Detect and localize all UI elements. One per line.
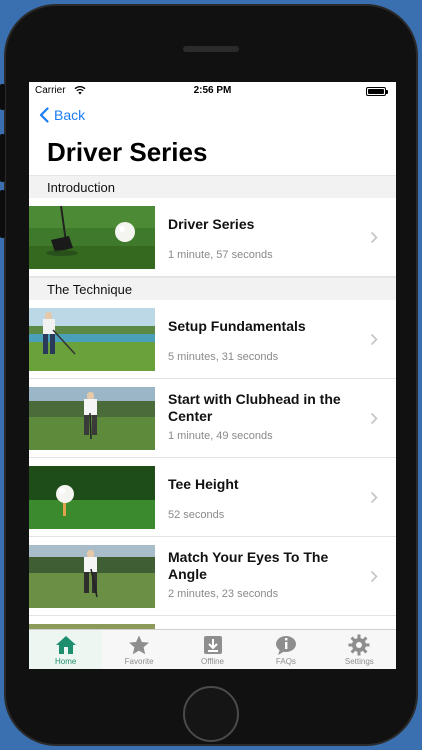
row-duration: 52 seconds — [168, 509, 225, 521]
battery-icon — [366, 87, 388, 96]
home-icon — [55, 636, 76, 654]
tab-bar: Home Favorite Offline FAQs Settings — [29, 629, 396, 669]
video-thumbnail — [29, 387, 155, 450]
row-title: Setup Fundamentals — [168, 318, 306, 334]
video-row-tee-height[interactable]: Tee Height 52 seconds — [29, 458, 396, 537]
video-row-driver-series[interactable]: Driver Series 1 minute, 57 seconds — [29, 198, 396, 277]
back-button[interactable]: Back — [39, 107, 85, 123]
tab-favorite[interactable]: Favorite — [102, 630, 175, 669]
back-label: Back — [54, 107, 86, 123]
status-time: 2:56 PM — [193, 85, 232, 96]
volume-down-button — [0, 190, 5, 238]
mute-switch — [0, 84, 5, 110]
tab-label: FAQs — [275, 657, 296, 666]
page-title: Driver Series — [47, 137, 208, 167]
app-screen: Carrier 2:56 PM Back Driver Series Intro… — [29, 82, 396, 669]
video-thumbnail — [29, 466, 155, 529]
row-duration: 1 minute, 57 seconds — [168, 249, 273, 261]
chevron-right-icon — [370, 491, 378, 504]
chevron-right-icon — [370, 412, 378, 425]
video-thumbnail — [29, 206, 155, 269]
row-duration: 5 minutes, 31 seconds — [168, 351, 279, 363]
tab-settings[interactable]: Settings — [323, 630, 396, 669]
chevron-right-icon — [370, 570, 378, 583]
chevron-right-icon — [370, 231, 378, 244]
star-icon — [129, 635, 150, 655]
video-thumbnail — [29, 308, 155, 371]
home-button[interactable] — [183, 686, 239, 742]
video-row-clubhead-center[interactable]: Start with Clubhead in the Center 1 minu… — [29, 379, 396, 458]
row-title: Start with Clubhead in the Center — [168, 391, 341, 424]
chevron-right-icon — [370, 333, 378, 346]
section-header-introduction: Introduction — [29, 175, 396, 198]
video-thumbnail — [29, 545, 155, 608]
video-row-eyes-angle[interactable]: Match Your Eyes To The Angle 2 minutes, … — [29, 537, 396, 616]
tab-label: Home — [55, 657, 77, 666]
status-bar: Carrier 2:56 PM — [29, 82, 396, 100]
faq-bubble-icon — [275, 636, 296, 655]
section-header-technique: The Technique — [29, 277, 396, 300]
tab-faqs[interactable]: FAQs — [249, 630, 322, 669]
video-row-setup-fundamentals[interactable]: Setup Fundamentals 5 minutes, 31 seconds — [29, 300, 396, 379]
tab-offline[interactable]: Offline — [176, 630, 249, 669]
tab-label: Favorite — [124, 657, 154, 666]
tab-label: Offline — [201, 657, 224, 666]
gear-icon — [348, 634, 370, 656]
row-title: Match Your Eyes To The Angle — [168, 549, 329, 582]
download-icon — [203, 636, 222, 654]
tab-label: Settings — [344, 657, 374, 666]
volume-up-button — [0, 134, 5, 182]
earpiece — [183, 46, 239, 52]
back-chevron-icon — [39, 107, 49, 123]
row-title: Driver Series — [168, 216, 255, 232]
tab-home[interactable]: Home — [29, 630, 103, 669]
row-duration: 1 minute, 49 seconds — [168, 430, 273, 442]
row-title: Tee Height — [168, 476, 239, 492]
row-duration: 2 minutes, 23 seconds — [168, 588, 279, 600]
